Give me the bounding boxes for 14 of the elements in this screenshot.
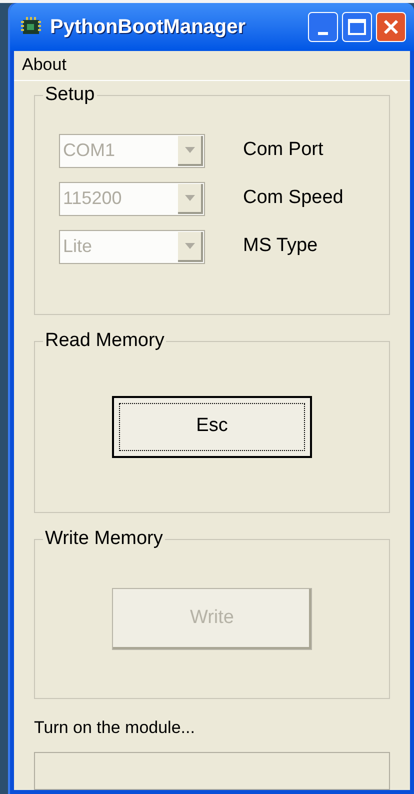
- close-button[interactable]: [376, 12, 406, 42]
- group-title: Read Memory: [43, 330, 166, 352]
- push-button[interactable]: Esc: [112, 396, 312, 458]
- field-label: MS Type: [243, 234, 318, 258]
- group-title: Setup: [43, 84, 97, 106]
- menu-item[interactable]: About: [18, 52, 70, 78]
- status-text: Turn on the module...: [34, 716, 196, 738]
- minimize-button[interactable]: [308, 12, 338, 42]
- maximize-button[interactable]: [342, 12, 372, 42]
- group-title: Write Memory: [43, 528, 165, 550]
- window-title: PythonBootManager: [50, 14, 246, 40]
- field-label: Com Port: [243, 138, 324, 162]
- close-icon: [382, 18, 400, 36]
- field-label: Com Speed: [243, 186, 344, 210]
